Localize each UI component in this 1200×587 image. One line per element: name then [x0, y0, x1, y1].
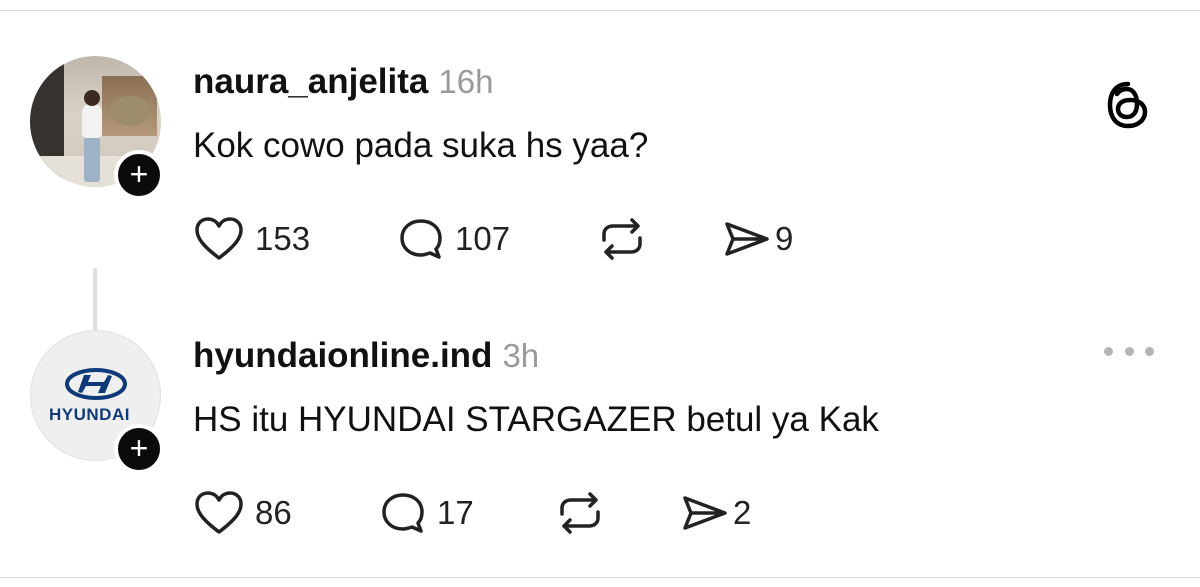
- username[interactable]: naura_anjelita: [193, 62, 428, 101]
- send-icon: [683, 496, 727, 530]
- comment-icon: [400, 219, 442, 259]
- more-options-icon[interactable]: [1104, 341, 1154, 361]
- share-count: 9: [775, 220, 794, 257]
- share-button[interactable]: 9: [723, 214, 793, 264]
- timestamp: 16h: [438, 63, 494, 100]
- reply-button[interactable]: 107: [397, 214, 510, 264]
- comment-icon: [382, 493, 424, 533]
- timestamp: 3h: [502, 337, 540, 374]
- like-button[interactable]: 86: [193, 488, 292, 538]
- like-count: 86: [255, 494, 292, 531]
- reply-count: 107: [455, 220, 511, 257]
- plus-icon[interactable]: +: [114, 150, 164, 200]
- like-count: 153: [255, 220, 311, 257]
- brand-name: HYUNDAI: [49, 405, 130, 424]
- reply-button[interactable]: 17: [379, 488, 474, 538]
- threads-logo-icon[interactable]: [1105, 80, 1151, 130]
- heart-icon: [195, 491, 243, 534]
- reply-count: 17: [437, 494, 474, 531]
- repost-button[interactable]: [554, 488, 606, 538]
- repost-icon: [560, 492, 600, 534]
- top-divider: [0, 10, 1200, 11]
- post-header: naura_anjelita 16h: [193, 62, 493, 106]
- plus-icon[interactable]: +: [114, 424, 164, 474]
- post-header: hyundaionline.ind 3h: [193, 336, 539, 380]
- share-button[interactable]: 2: [681, 488, 751, 538]
- like-button[interactable]: 153: [193, 214, 310, 264]
- username[interactable]: hyundaionline.ind: [193, 336, 492, 375]
- repost-icon: [602, 218, 642, 260]
- send-icon: [725, 222, 769, 256]
- heart-icon: [195, 217, 243, 260]
- repost-button[interactable]: [596, 214, 648, 264]
- hyundai-logo-icon: [65, 368, 127, 400]
- share-count: 2: [733, 494, 752, 531]
- bottom-divider: [0, 577, 1200, 578]
- post-text: HS itu HYUNDAI STARGAZER betul ya Kak: [193, 400, 879, 439]
- post-text: Kok cowo pada suka hs yaa?: [193, 126, 649, 165]
